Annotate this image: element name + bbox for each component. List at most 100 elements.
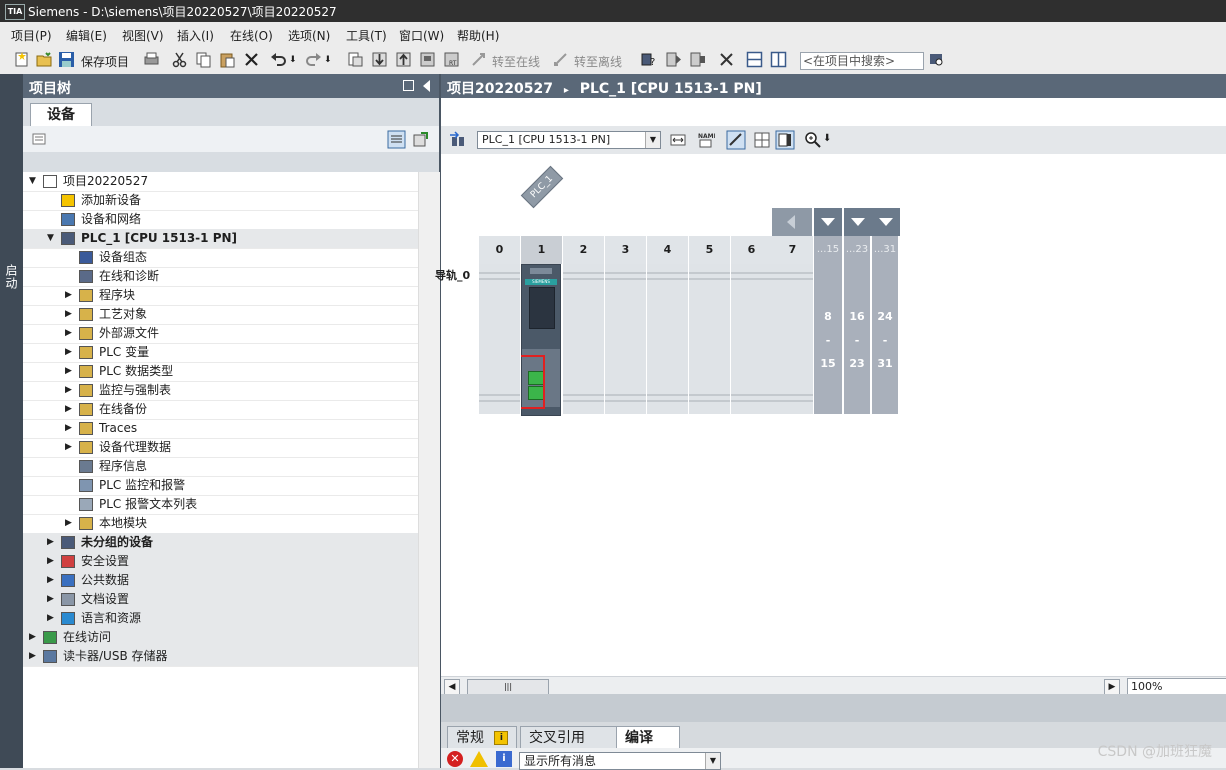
cross-reference-icon[interactable]: [718, 51, 735, 68]
show-page-break-icon[interactable]: [726, 130, 746, 150]
inspector-splitter[interactable]: [441, 694, 1226, 722]
slot-group-head[interactable]: ...15: [814, 236, 844, 264]
split-vertical-icon[interactable]: [770, 51, 787, 68]
menu-edit[interactable]: 编辑(E): [66, 27, 107, 44]
collapsed-arrow-icon[interactable]: ▶: [29, 628, 36, 647]
chevron-down-icon[interactable]: ▼: [645, 132, 660, 148]
tree-item[interactable]: ▶ PLC 变量: [23, 343, 439, 363]
collapsed-arrow-icon[interactable]: ▶: [65, 419, 72, 438]
delete-icon[interactable]: [243, 51, 260, 68]
start-cpu-icon[interactable]: [665, 51, 682, 68]
menu-window[interactable]: 窗口(W): [399, 27, 444, 44]
tree-item[interactable]: ▶ 外部源文件: [23, 324, 439, 344]
tree-item[interactable]: ▶ 在线备份: [23, 400, 439, 420]
tree-item[interactable]: ▶ 程序块: [23, 286, 439, 306]
collapsed-arrow-icon[interactable]: ▶: [47, 533, 54, 552]
menu-project[interactable]: 项目(P): [11, 27, 52, 44]
slot-group-24-31[interactable]: 24 - 31: [872, 264, 900, 414]
device-select-dropdown[interactable]: PLC_1 [CPU 1513-1 PN] ▼: [477, 131, 661, 149]
tree-item[interactable]: ▶ Traces: [23, 419, 439, 439]
rack-slot-7[interactable]: [772, 264, 814, 414]
zoom-icon[interactable]: [804, 131, 822, 149]
tree-item[interactable]: ▼ PLC_1 [CPU 1513-1 PN]: [23, 229, 439, 249]
accessible-devices-icon[interactable]: ?: [640, 51, 657, 68]
expanded-arrow-icon[interactable]: ▼: [29, 172, 36, 191]
go-offline-icon[interactable]: [552, 51, 569, 68]
tree-item[interactable]: ▶ 安全设置: [23, 552, 439, 572]
compile-icon[interactable]: [347, 51, 364, 68]
slot-number-6[interactable]: 6: [731, 236, 773, 264]
slot-number-1[interactable]: 1: [521, 236, 563, 264]
undo-dropdown-icon[interactable]: ⬇: [289, 55, 297, 65]
collapsed-arrow-icon[interactable]: ▶: [47, 590, 54, 609]
rack-slot-3[interactable]: [605, 264, 647, 414]
info-filter-icon[interactable]: i: [496, 751, 512, 767]
breadcrumb-device[interactable]: PLC_1 [CPU 1513-1 PN]: [580, 81, 762, 97]
scroll-right-button[interactable]: ▶: [1104, 679, 1120, 695]
slot-group-head[interactable]: ...31: [872, 236, 900, 264]
tree-item[interactable]: ▶ 工艺对象: [23, 305, 439, 325]
tree-item[interactable]: PLC 监控和报警: [23, 476, 439, 496]
start-label[interactable]: 启动: [3, 264, 20, 290]
collapsed-arrow-icon[interactable]: ▶: [65, 381, 72, 400]
scroll-thumb[interactable]: |||: [467, 679, 549, 695]
device-view-canvas[interactable]: PLC_1 导轨_0 ...15 ...23 ...31 8 - 15 16 -…: [435, 154, 1226, 676]
rack-scroll-left-button[interactable]: [772, 208, 814, 236]
tree-item[interactable]: ▼ 项目20220527: [23, 172, 439, 192]
cut-icon[interactable]: [171, 51, 188, 68]
slot-group-8-15[interactable]: 8 - 15: [814, 264, 844, 414]
rack-slot-0[interactable]: [479, 264, 521, 414]
menu-view[interactable]: 视图(V): [122, 27, 164, 44]
collapsed-arrow-icon[interactable]: ▶: [65, 362, 72, 381]
tree-navigate-icon[interactable]: [411, 130, 430, 149]
menu-help[interactable]: 帮助(H): [457, 27, 499, 44]
collapsed-arrow-icon[interactable]: ▶: [47, 609, 54, 628]
tree-item[interactable]: ▶ 本地模块: [23, 514, 439, 534]
search-icon[interactable]: [928, 51, 945, 68]
simulation-icon[interactable]: [419, 51, 436, 68]
tree-item[interactable]: ▶ 未分组的设备: [23, 533, 439, 553]
menu-online[interactable]: 在线(O): [230, 27, 273, 44]
tree-item[interactable]: ▶ 语言和资源: [23, 609, 439, 629]
collapsed-arrow-icon[interactable]: ▶: [65, 324, 72, 343]
save-icon[interactable]: [58, 51, 75, 68]
upload-icon[interactable]: [395, 51, 412, 68]
panel-float-icon[interactable]: [403, 80, 414, 91]
new-project-icon[interactable]: [13, 51, 30, 68]
rack-slot-2[interactable]: [563, 264, 605, 414]
download-icon[interactable]: [371, 51, 388, 68]
open-project-icon[interactable]: [36, 51, 53, 68]
tree-overview-icon[interactable]: [31, 131, 47, 147]
zoom-field[interactable]: 100%: [1127, 678, 1226, 695]
tree-item[interactable]: ▶ 设备代理数据: [23, 438, 439, 458]
slot-number-5[interactable]: 5: [689, 236, 731, 264]
save-project-button[interactable]: 保存项目: [81, 53, 129, 70]
tree-item[interactable]: 程序信息: [23, 457, 439, 477]
breadcrumb-project[interactable]: 项目20220527: [447, 81, 553, 97]
project-search-input[interactable]: <在项目中搜索>: [800, 52, 924, 70]
menu-tools[interactable]: 工具(T): [346, 27, 387, 44]
collapse-panel-icon[interactable]: [423, 80, 430, 92]
tree-item[interactable]: ▶ 监控与强制表: [23, 381, 439, 401]
go-online-icon[interactable]: [470, 51, 487, 68]
canvas-horizontal-scrollbar[interactable]: ◀ ||| ▶ 100%: [441, 676, 1226, 695]
expand-group-2-button[interactable]: [844, 208, 874, 236]
chevron-down-icon[interactable]: ▼: [705, 753, 720, 769]
slot-number-3[interactable]: 3: [605, 236, 647, 264]
message-filter-dropdown[interactable]: 显示所有消息 ▼: [519, 752, 721, 770]
expand-group-1-button[interactable]: [814, 208, 844, 236]
menu-options[interactable]: 选项(N): [288, 27, 330, 44]
tree-item[interactable]: ▶ 在线访问: [23, 628, 439, 648]
tree-item[interactable]: ▶ 读卡器/USB 存储器: [23, 647, 439, 667]
tab-compile[interactable]: 编译: [616, 726, 680, 749]
tab-general[interactable]: 常规 i: [447, 726, 518, 749]
warning-filter-icon[interactable]: [470, 751, 488, 767]
tree-item[interactable]: 添加新设备: [23, 191, 439, 211]
tree-details-view-icon[interactable]: [387, 130, 406, 149]
collapsed-arrow-icon[interactable]: ▶: [65, 514, 72, 533]
redo-dropdown-icon[interactable]: ⬇: [324, 55, 332, 65]
tree-item[interactable]: 在线和诊断: [23, 267, 439, 287]
expanded-arrow-icon[interactable]: ▼: [47, 229, 54, 248]
collapsed-arrow-icon[interactable]: ▶: [65, 286, 72, 305]
device-network-switch-icon[interactable]: [449, 131, 467, 149]
